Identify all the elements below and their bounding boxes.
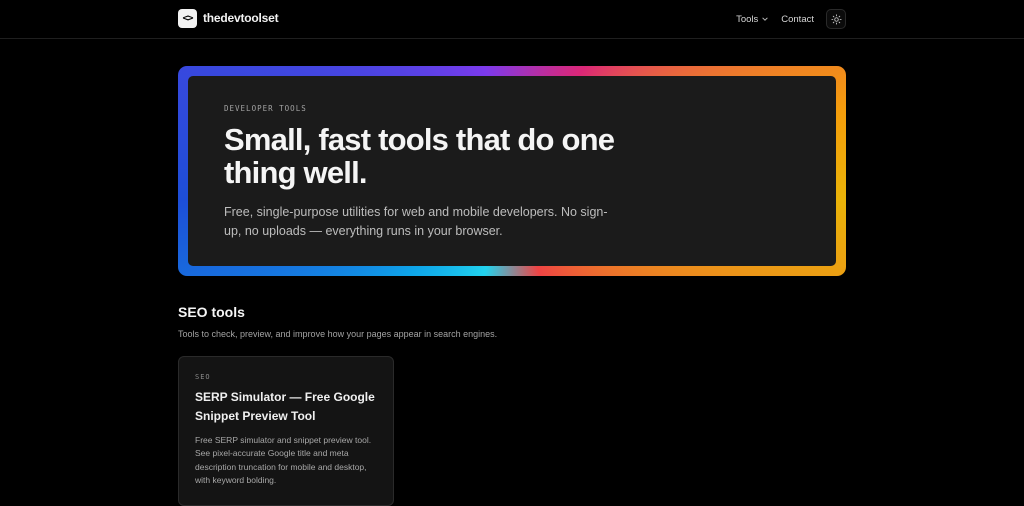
hero-title: Small, fast tools that do one thing well… [224, 122, 615, 190]
card-title: SERP Simulator — Free Google Snippet Pre… [195, 390, 375, 423]
hero-panel: DEVELOPER TOOLS Small, fast tools that d… [188, 76, 836, 266]
card-description: Free SERP simulator and snippet preview … [195, 435, 372, 485]
nav-tools-label: Tools [736, 13, 759, 25]
hero-subtitle: Free, single-purpose utilities for web a… [224, 205, 608, 238]
main-nav: Tools Contact [736, 8, 846, 30]
section-title: SEO tools [178, 304, 245, 320]
brand-name: thedevtoolset [203, 11, 279, 25]
nav-tools-dropdown[interactable]: Tools [736, 14, 769, 25]
top-navbar: <> thedevtoolset Tools Contact [0, 0, 1024, 39]
code-brackets-icon: <> [178, 8, 197, 28]
nav-contact-link[interactable]: Contact [781, 14, 814, 25]
section-subtitle: Tools to check, preview, and improve how… [178, 329, 498, 339]
sun-icon [830, 13, 842, 25]
card-tag: SEO [195, 373, 211, 381]
chevron-down-icon [762, 17, 768, 21]
brand-link[interactable]: <> thedevtoolset [178, 8, 279, 28]
tool-card-serp-simulator[interactable]: SEO SERP Simulator — Free Google Snippet… [178, 356, 394, 506]
hero-gradient-frame: DEVELOPER TOOLS Small, fast tools that d… [178, 66, 846, 276]
theme-toggle-button[interactable] [826, 9, 846, 29]
hero-eyebrow: DEVELOPER TOOLS [224, 104, 307, 113]
